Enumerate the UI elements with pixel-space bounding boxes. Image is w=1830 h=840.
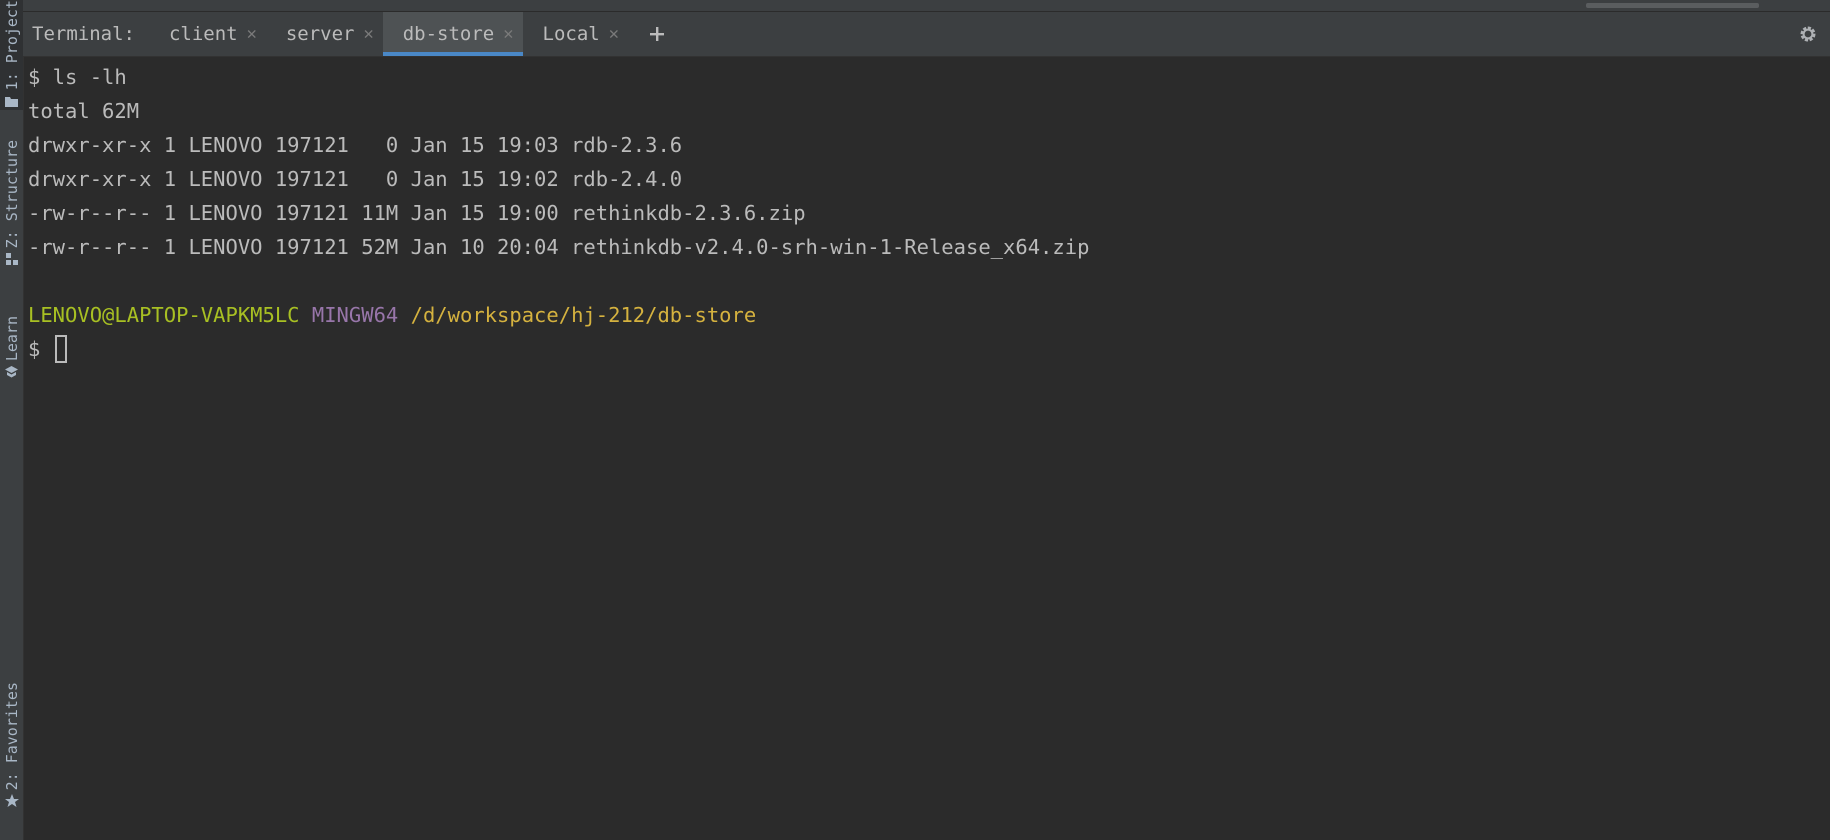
- favorites-tool-button[interactable]: 2: Favorites: [0, 682, 23, 808]
- close-icon[interactable]: ✕: [363, 24, 373, 44]
- tab-label: client: [168, 23, 238, 45]
- terminal-line: drwxr-xr-x 1 LENOVO 197121 0 Jan 15 19:0…: [28, 133, 683, 157]
- favorites-tool-label: 2: Favorites: [2, 682, 21, 791]
- terminal-line: drwxr-xr-x 1 LENOVO 197121 0 Jan 15 19:0…: [28, 167, 683, 191]
- tab-label: db-store: [402, 23, 495, 45]
- tab-client[interactable]: client ✕: [149, 12, 266, 56]
- editor-top-strip: [23, 0, 1830, 12]
- terminal-output[interactable]: $ ls -lh total 62M drwxr-xr-x 1 LENOVO 1…: [28, 60, 1818, 830]
- prompt-user: LENOVO@LAPTOP-VAPKM5LC: [28, 303, 300, 327]
- gear-icon[interactable]: [1798, 24, 1818, 44]
- structure-tool-button[interactable]: Z: Structure: [0, 140, 23, 266]
- prompt-line: LENOVO@LAPTOP-VAPKM5LC MINGW64 /d/worksp…: [28, 298, 1818, 332]
- prompt-system: MINGW64: [311, 303, 399, 327]
- structure-icon: [5, 252, 19, 266]
- learn-icon: [5, 365, 19, 379]
- terminal-line: -rw-r--r-- 1 LENOVO 197121 52M Jan 10 20…: [28, 235, 1090, 259]
- terminal-tab-bar: Terminal: client ✕ server ✕ db-store ✕ L…: [23, 12, 1830, 57]
- tab-label: server: [285, 23, 355, 45]
- prompt-symbol: $: [28, 337, 53, 361]
- terminal-line: -rw-r--r-- 1 LENOVO 197121 11M Jan 15 19…: [28, 201, 806, 225]
- left-tool-stripe: 1: Project Z: Structure Learn 2: Favorit…: [0, 0, 24, 840]
- star-icon: [4, 794, 19, 808]
- learn-tool-button[interactable]: Learn: [0, 316, 23, 379]
- project-tool-button[interactable]: 1: Project: [0, 0, 23, 110]
- close-icon[interactable]: ✕: [247, 24, 257, 44]
- close-icon[interactable]: ✕: [609, 24, 619, 44]
- structure-tool-label: Z: Structure: [2, 140, 21, 249]
- terminal-title: Terminal:: [32, 23, 135, 45]
- tab-local[interactable]: Local ✕: [523, 12, 628, 56]
- tab-db-store[interactable]: db-store ✕: [382, 12, 523, 56]
- input-line[interactable]: $: [28, 332, 1818, 366]
- ide-window: 1: Project Z: Structure Learn 2: Favorit…: [0, 0, 1830, 840]
- terminal-line: total 62M: [28, 99, 140, 123]
- project-tool-label: 1: Project: [2, 0, 21, 91]
- terminal-line: $ ls -lh: [28, 65, 127, 89]
- horizontal-scrollbar[interactable]: [1586, 3, 1759, 8]
- learn-tool-label: Learn: [2, 316, 21, 362]
- close-icon[interactable]: ✕: [503, 24, 513, 44]
- text-cursor: [54, 335, 67, 363]
- tab-label: Local: [542, 23, 600, 45]
- new-session-plus-icon[interactable]: [646, 23, 668, 45]
- tab-server[interactable]: server ✕: [266, 12, 383, 56]
- folder-icon: [5, 94, 19, 108]
- prompt-path: /d/workspace/hj-212/db-store: [410, 303, 757, 327]
